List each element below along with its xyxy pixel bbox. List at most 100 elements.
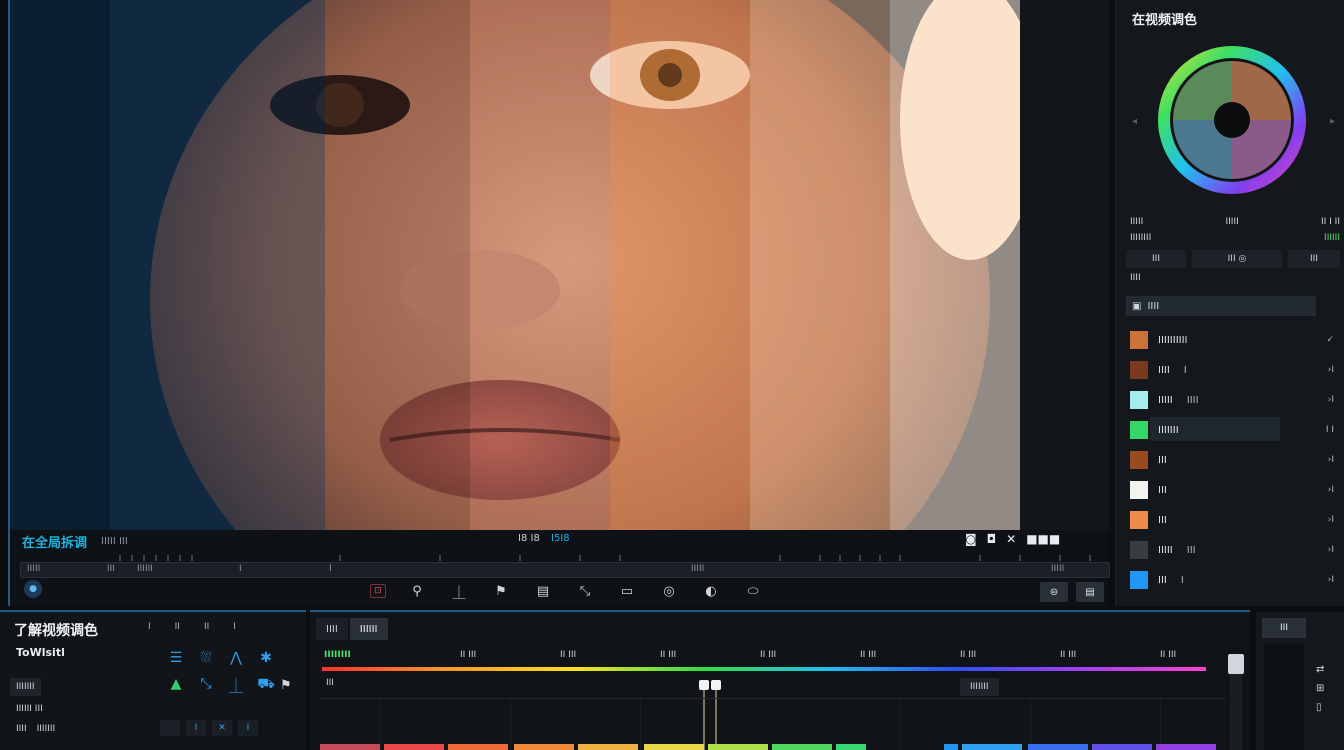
play-button[interactable]: ● bbox=[24, 580, 42, 598]
view-mode-icon[interactable]: ◙ bbox=[965, 532, 977, 546]
swap-icon[interactable]: ⇄ bbox=[1316, 664, 1324, 675]
clip-12[interactable] bbox=[1092, 744, 1152, 750]
clip-2[interactable] bbox=[448, 744, 508, 750]
preview-frame[interactable] bbox=[10, 0, 1020, 530]
color-wheel[interactable] bbox=[1154, 42, 1310, 198]
swatch-row[interactable]: ⅠⅠⅠⅠ Ⅰ ›Ⅰ bbox=[1130, 355, 1344, 385]
wheel-readout: ⅠⅠⅠⅠⅠ ⅠⅠⅠⅠⅠ ⅠⅠ Ⅰ ⅠⅠ ⅠⅠⅠⅠⅠⅠⅠⅠ ⅠⅠⅠⅠⅠⅠ bbox=[1130, 214, 1340, 246]
select-icon[interactable]: ⚲ bbox=[406, 582, 428, 600]
preview-viewer: 在全局拆调 ⅠⅠⅠⅠⅠ ⅠⅠⅠ Ⅰ8 Ⅰ8 Ⅰ5Ⅰ8 ◙ ◘ ✕ ■■■ ⅠⅠⅠ… bbox=[8, 0, 1110, 606]
panel-button-2[interactable]: ⅠⅠⅠ ◎ bbox=[1192, 250, 1282, 268]
timecode-accent: Ⅰ5Ⅰ8 bbox=[551, 533, 570, 544]
clip-6[interactable] bbox=[708, 744, 768, 750]
swatch-right: ›Ⅰ bbox=[1327, 545, 1334, 555]
swatch-right: ›Ⅰ bbox=[1327, 485, 1334, 495]
panel-button[interactable]: ▤ bbox=[1076, 582, 1104, 602]
timeline-panel: ⅠⅠⅠⅠ ⅠⅠⅠⅠⅠⅠ ⅠⅠⅠⅠⅠⅠⅠⅠ ⅠⅠ ⅠⅠⅠ ⅠⅠ ⅠⅠⅠ ⅠⅠ ⅠⅠ… bbox=[310, 610, 1250, 750]
swatch-row[interactable]: ⅠⅠⅠⅠⅠⅠⅠⅠⅠⅠ ✓ bbox=[1130, 325, 1344, 355]
contrast-icon[interactable]: ◐ bbox=[700, 582, 722, 600]
clip-9[interactable] bbox=[944, 744, 958, 750]
grade-strip-6 bbox=[750, 0, 890, 530]
record-icon[interactable]: ⊡ bbox=[370, 584, 386, 598]
gear-icon[interactable]: ✱ bbox=[254, 650, 278, 666]
flag-icon[interactable]: ⚑ bbox=[280, 678, 292, 693]
mini-control-1[interactable]: Ⅰ bbox=[148, 622, 151, 632]
panel-button-3[interactable]: ⅠⅠⅠ bbox=[1288, 250, 1340, 268]
grade-strip-1 bbox=[10, 0, 110, 530]
target-icon[interactable]: ◎ bbox=[658, 582, 680, 600]
grid-icon[interactable]: ⛆ bbox=[194, 650, 218, 666]
mini-control-2[interactable]: ⅠⅠ bbox=[175, 622, 180, 632]
scrub-bar[interactable]: ⅠⅠⅠⅠⅠ ⅠⅠⅠ ⅠⅠⅠⅠⅠⅠ Ⅰ Ⅰ ⅠⅠⅠⅠⅠ ⅠⅠⅠⅠⅠ bbox=[20, 562, 1110, 578]
settings-button[interactable]: ⊜ bbox=[1040, 582, 1068, 602]
layout-icon[interactable]: ■■■ bbox=[1026, 532, 1060, 546]
ruler-mark: ⅠⅠ ⅠⅠⅠ bbox=[660, 650, 677, 660]
ruler-mark: ⅠⅠⅠⅠⅠⅠⅠⅠ bbox=[324, 650, 351, 660]
swatch-row-selected[interactable]: ⅠⅠⅠⅠⅠⅠⅠ Ⅰ Ⅰ bbox=[1130, 415, 1344, 445]
effects-chip[interactable]: ⅠⅠⅠⅠⅠⅠⅠ bbox=[10, 678, 41, 696]
swatch-row[interactable]: ⅠⅠⅠⅠⅠ ⅠⅠⅠ ›Ⅰ bbox=[1130, 535, 1344, 565]
clip-5[interactable] bbox=[644, 744, 704, 750]
effects-bottom-1[interactable] bbox=[160, 720, 180, 736]
clip-1[interactable] bbox=[384, 744, 444, 750]
readout-1-right: ⅠⅠ Ⅰ ⅠⅠ bbox=[1321, 217, 1340, 227]
compare-icon[interactable]: ◘ bbox=[987, 532, 997, 546]
layer-header[interactable]: ▣ ⅠⅠⅠⅠ bbox=[1126, 296, 1316, 316]
shape-icon[interactable]: ⬭ bbox=[742, 582, 764, 600]
swatch-label: ⅠⅠⅠ bbox=[1158, 514, 1167, 526]
timecode: Ⅰ8 Ⅰ8 Ⅰ5Ⅰ8 bbox=[518, 533, 570, 544]
vehicle-icon[interactable]: ⛟ bbox=[254, 676, 278, 696]
timeline-scrollbar[interactable] bbox=[1230, 674, 1242, 750]
clip-4[interactable] bbox=[578, 744, 638, 750]
scrub-label-5: Ⅰ bbox=[329, 564, 332, 574]
menu-icon[interactable]: ☰ bbox=[164, 650, 188, 666]
swatch-row[interactable]: ⅠⅠⅠ ›Ⅰ bbox=[1130, 475, 1344, 505]
swatch-row[interactable]: ⅠⅠⅠⅠⅠ ⅠⅠⅠⅠ ›Ⅰ bbox=[1130, 385, 1344, 415]
clip-13[interactable] bbox=[1156, 744, 1216, 750]
clip-3[interactable] bbox=[514, 744, 574, 750]
timeline-tracks[interactable] bbox=[320, 698, 1226, 750]
mark-icon[interactable]: ✕ bbox=[1006, 532, 1016, 546]
tab-timeline-1[interactable]: ⅠⅠⅠⅠ bbox=[316, 618, 348, 640]
panel-button-1[interactable]: ⅠⅠⅠ bbox=[1126, 250, 1186, 268]
timecode-value: Ⅰ8 Ⅰ8 bbox=[518, 533, 540, 544]
layer-header-label: ⅠⅠⅠⅠ bbox=[1147, 300, 1160, 312]
clip-8[interactable] bbox=[836, 744, 866, 750]
grid-view-icon[interactable]: ⊞ bbox=[1316, 683, 1324, 694]
wheel-left-arrow-icon[interactable]: ◂ bbox=[1132, 116, 1137, 127]
swatch-color-6 bbox=[1130, 511, 1148, 529]
resize-icon[interactable]: ⤡ bbox=[574, 582, 596, 600]
swatch-row[interactable]: ⅠⅠⅠ ›Ⅰ bbox=[1130, 505, 1344, 535]
swatch-right: ›Ⅰ bbox=[1327, 455, 1334, 465]
scrub-label-1: ⅠⅠⅠⅠⅠ bbox=[27, 564, 41, 574]
peak-icon[interactable]: ⋀ bbox=[224, 650, 248, 666]
scrub-label-6: ⅠⅠⅠⅠⅠ bbox=[691, 564, 705, 574]
swatch-row[interactable]: ⅠⅠⅠ ›Ⅰ bbox=[1130, 445, 1344, 475]
effects-bottom-3[interactable]: ✕ bbox=[212, 720, 232, 736]
clip-10[interactable] bbox=[962, 744, 1022, 750]
panel-toggle-icon[interactable]: ▯ bbox=[1316, 702, 1324, 713]
track-divider bbox=[1030, 699, 1031, 750]
mini-panel-header[interactable]: ⅠⅠⅠ bbox=[1262, 618, 1306, 638]
frame-icon[interactable]: ▭ bbox=[616, 582, 638, 600]
tab-timeline-2[interactable]: ⅠⅠⅠⅠⅠⅠ bbox=[349, 618, 388, 640]
effects-bottom-4[interactable]: Ⅰ bbox=[238, 720, 258, 736]
swatch-row[interactable]: ⅠⅠⅠ Ⅰ ›Ⅰ bbox=[1130, 565, 1344, 595]
clip-11[interactable] bbox=[1028, 744, 1088, 750]
effects-bottom-2[interactable]: Ⅰ bbox=[186, 720, 206, 736]
clip-7[interactable] bbox=[772, 744, 832, 750]
expand-icon[interactable]: ⤡ bbox=[194, 676, 218, 696]
mini-control-3[interactable]: ⅠⅠ bbox=[204, 622, 209, 632]
anchor-icon[interactable]: ⏊ bbox=[224, 676, 248, 696]
swatch-label: ⅠⅠⅠ bbox=[1158, 454, 1167, 466]
marker-icon[interactable]: ⚑ bbox=[490, 582, 512, 600]
swatch-extra: Ⅰ bbox=[1180, 574, 1184, 586]
mini-control-4[interactable]: Ⅰ bbox=[233, 622, 236, 632]
clip-0[interactable] bbox=[320, 744, 380, 750]
viewer-title: 在全局拆调 bbox=[22, 535, 88, 551]
triangle-icon[interactable]: ▲ bbox=[164, 676, 188, 696]
layers-icon[interactable]: ▤ bbox=[532, 582, 554, 600]
wheel-right-arrow-icon[interactable]: ▸ bbox=[1330, 116, 1335, 127]
trim-icon[interactable]: ⏊ bbox=[448, 582, 470, 601]
timeline-scroll-thumb[interactable] bbox=[1228, 654, 1244, 674]
